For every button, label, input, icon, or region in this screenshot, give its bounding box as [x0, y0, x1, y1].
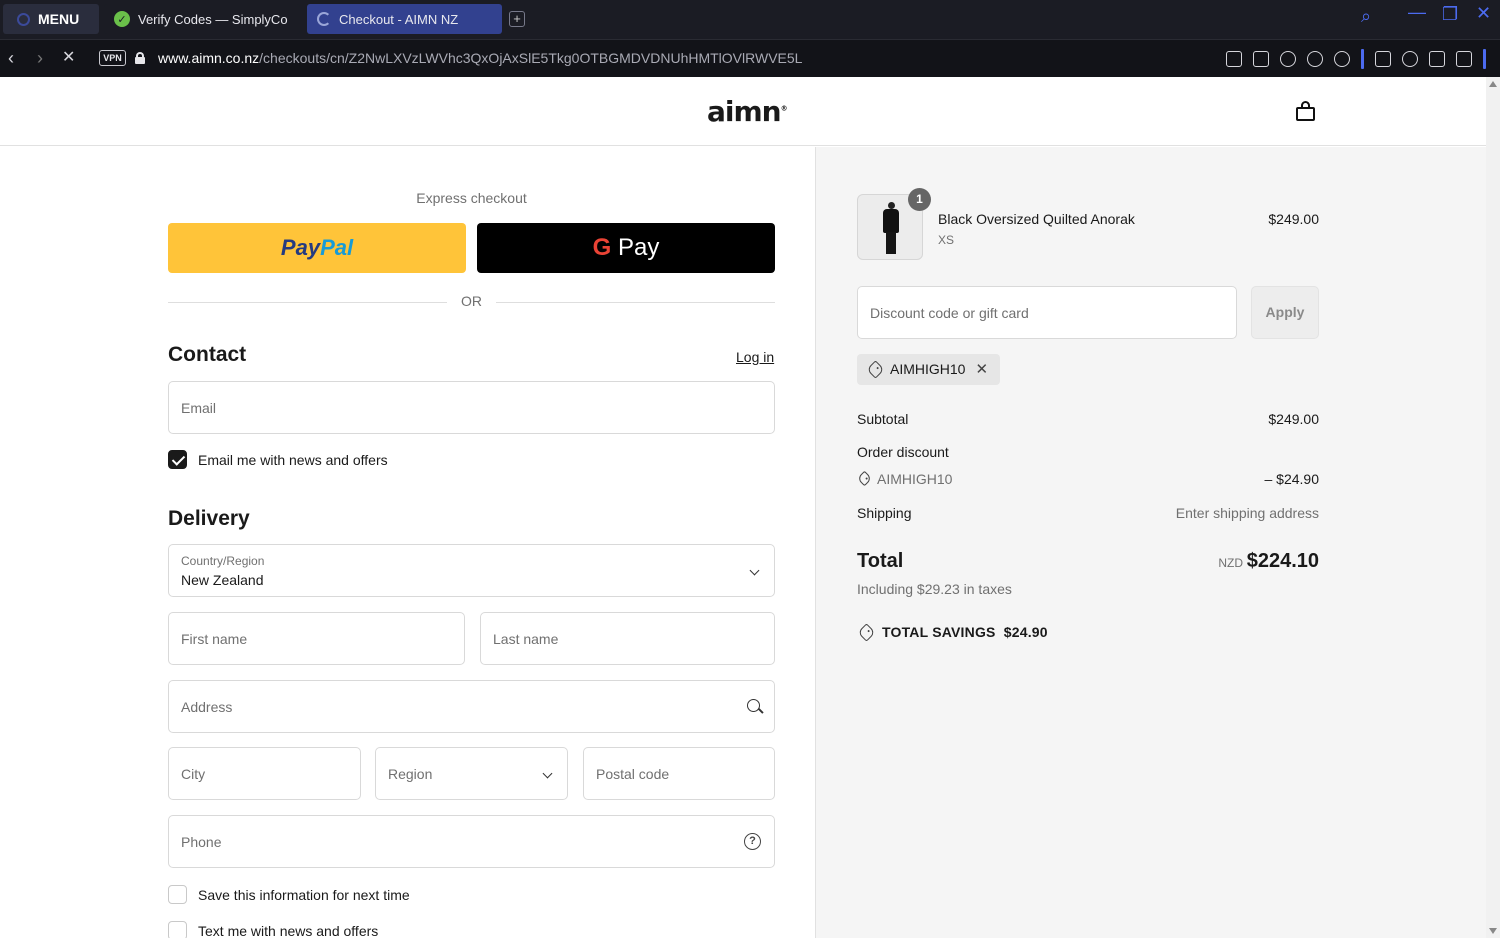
- product-variant: XS: [938, 233, 955, 247]
- contact-heading: Contact: [168, 343, 247, 366]
- heart-icon[interactable]: [1334, 51, 1350, 67]
- product-price: $249.00: [1268, 211, 1319, 227]
- minimize-window-icon[interactable]: —: [1408, 2, 1426, 23]
- apply-button[interactable]: Apply: [1251, 286, 1319, 339]
- address-field[interactable]: Address: [168, 680, 775, 733]
- postal-code-field[interactable]: Postal code: [583, 747, 775, 800]
- city-field[interactable]: City: [168, 747, 361, 800]
- page-scrollbar[interactable]: [1486, 77, 1500, 938]
- toolbar-separator: [1483, 49, 1486, 69]
- browser-toolbar: [1226, 49, 1486, 69]
- browser-tab-bar: MENU ✓ Verify Codes — SimplyCo Checkout …: [0, 0, 1500, 39]
- chevron-down-icon: [542, 768, 553, 779]
- email-field[interactable]: Email: [168, 381, 775, 434]
- product-name: Black Oversized Quilted Anorak: [938, 211, 1135, 227]
- scroll-down-icon[interactable]: [1489, 928, 1497, 934]
- lock-icon[interactable]: [135, 52, 145, 64]
- applied-discount-chip: AIMHIGH10 ✕: [857, 354, 1001, 385]
- url-domain: www.aimn.co.nz: [158, 50, 260, 66]
- subtotal-row: Subtotal $249.00: [857, 411, 1319, 427]
- send-icon[interactable]: [1307, 51, 1323, 67]
- or-divider: OR: [168, 293, 775, 311]
- back-icon[interactable]: ‹: [8, 49, 14, 67]
- tag-icon: [856, 470, 873, 487]
- google-g-icon: G: [592, 234, 612, 261]
- camera-icon[interactable]: [1253, 51, 1269, 67]
- total-currency: NZD: [1218, 556, 1243, 570]
- country-select[interactable]: Country/Region New Zealand: [168, 544, 775, 597]
- order-summary: 1 Black Oversized Quilted Anorak XS $249…: [815, 147, 1486, 938]
- total-label: Total: [857, 550, 904, 572]
- profile-icon[interactable]: [1402, 51, 1418, 67]
- total-savings: TOTAL SAVINGS $24.90: [857, 623, 1048, 642]
- remove-discount-icon[interactable]: ✕: [975, 354, 988, 385]
- help-icon[interactable]: ?: [744, 833, 761, 850]
- restore-window-icon[interactable]: ❐: [1442, 4, 1458, 25]
- tag-icon: [857, 623, 876, 642]
- shopping-bag-icon[interactable]: [1296, 101, 1315, 121]
- discount-code-field[interactable]: Discount code or gift card: [857, 286, 1237, 339]
- browser-menu-button[interactable]: MENU: [3, 4, 99, 34]
- tab-title: Verify Codes — SimplyCo: [138, 11, 288, 27]
- store-header: aimn®: [0, 77, 1486, 146]
- toolbar-separator: [1361, 49, 1364, 69]
- edit-icon[interactable]: [1226, 51, 1242, 67]
- loading-spinner-icon: [317, 12, 331, 26]
- total-value: $224.10: [1246, 550, 1319, 572]
- shipping-row: Shipping Enter shipping address: [857, 505, 1319, 521]
- download-icon[interactable]: [1429, 51, 1445, 67]
- browser-search-icon[interactable]: ⌕: [1361, 6, 1371, 27]
- delivery-heading: Delivery: [168, 507, 250, 530]
- paypal-button[interactable]: PayPal: [168, 223, 466, 273]
- text-news-label: Text me with news and offers: [198, 922, 379, 938]
- email-news-row[interactable]: Email me with news and offers: [168, 450, 388, 469]
- save-info-row[interactable]: Save this information for next time: [168, 885, 410, 904]
- text-news-row[interactable]: Text me with news and offers: [168, 921, 378, 938]
- simplycodes-favicon-icon: ✓: [114, 11, 130, 27]
- close-window-icon[interactable]: ✕: [1476, 3, 1491, 24]
- new-tab-button[interactable]: +: [509, 11, 525, 27]
- checkout-page: aimn® Express checkout PayPal G Pay OR C…: [0, 77, 1486, 938]
- region-select[interactable]: Region: [375, 747, 568, 800]
- search-icon: [747, 699, 760, 712]
- url-path: /checkouts/cn/Z2NwLXVzLWVhc3QxOjAxSlE5Tk…: [259, 50, 803, 66]
- cube-icon[interactable]: [1375, 51, 1391, 67]
- browser-address-bar: ‹ › ✕ VPN www.aimn.co.nz/checkouts/cn/Z2…: [0, 39, 1500, 77]
- quantity-badge: 1: [908, 188, 931, 211]
- tag-icon: [866, 360, 885, 379]
- save-info-checkbox[interactable]: [168, 885, 187, 904]
- save-info-label: Save this information for next time: [198, 886, 410, 903]
- tab-verify-codes[interactable]: ✓ Verify Codes — SimplyCo: [104, 4, 300, 34]
- scroll-up-icon[interactable]: [1489, 81, 1497, 87]
- log-in-link[interactable]: Log in: [736, 349, 774, 365]
- url-field[interactable]: www.aimn.co.nz/checkouts/cn/Z2NwLXVzLWVh…: [158, 50, 802, 66]
- order-discount-code: AIMHIGH10: [856, 470, 952, 487]
- menu-lines-icon[interactable]: [1456, 51, 1472, 67]
- vpn-badge[interactable]: VPN: [99, 50, 126, 66]
- first-name-field[interactable]: First name: [168, 612, 465, 665]
- email-news-checkbox[interactable]: [168, 450, 187, 469]
- taxes-note: Including $29.23 in taxes: [857, 581, 1012, 597]
- google-pay-button[interactable]: G Pay: [477, 223, 775, 273]
- aimn-logo[interactable]: aimn®: [707, 95, 788, 128]
- phone-field[interactable]: Phone ?: [168, 815, 775, 868]
- chevron-down-icon: [749, 565, 760, 576]
- forward-icon[interactable]: ›: [37, 49, 43, 67]
- email-news-label: Email me with news and offers: [198, 451, 388, 468]
- browser-menu-label: MENU: [38, 11, 80, 27]
- express-checkout-label: Express checkout: [416, 190, 527, 206]
- tab-checkout[interactable]: Checkout - AIMN NZ: [307, 4, 502, 34]
- opera-logo-icon: [17, 12, 30, 26]
- last-name-field[interactable]: Last name: [480, 612, 775, 665]
- order-discount-row: Order discount: [857, 444, 949, 460]
- stop-loading-icon[interactable]: ✕: [62, 49, 75, 67]
- adblock-icon[interactable]: [1280, 51, 1296, 67]
- text-news-checkbox[interactable]: [168, 921, 187, 938]
- checkout-form: Express checkout PayPal G Pay OR Contact…: [0, 147, 815, 938]
- tab-title: Checkout - AIMN NZ: [339, 11, 459, 27]
